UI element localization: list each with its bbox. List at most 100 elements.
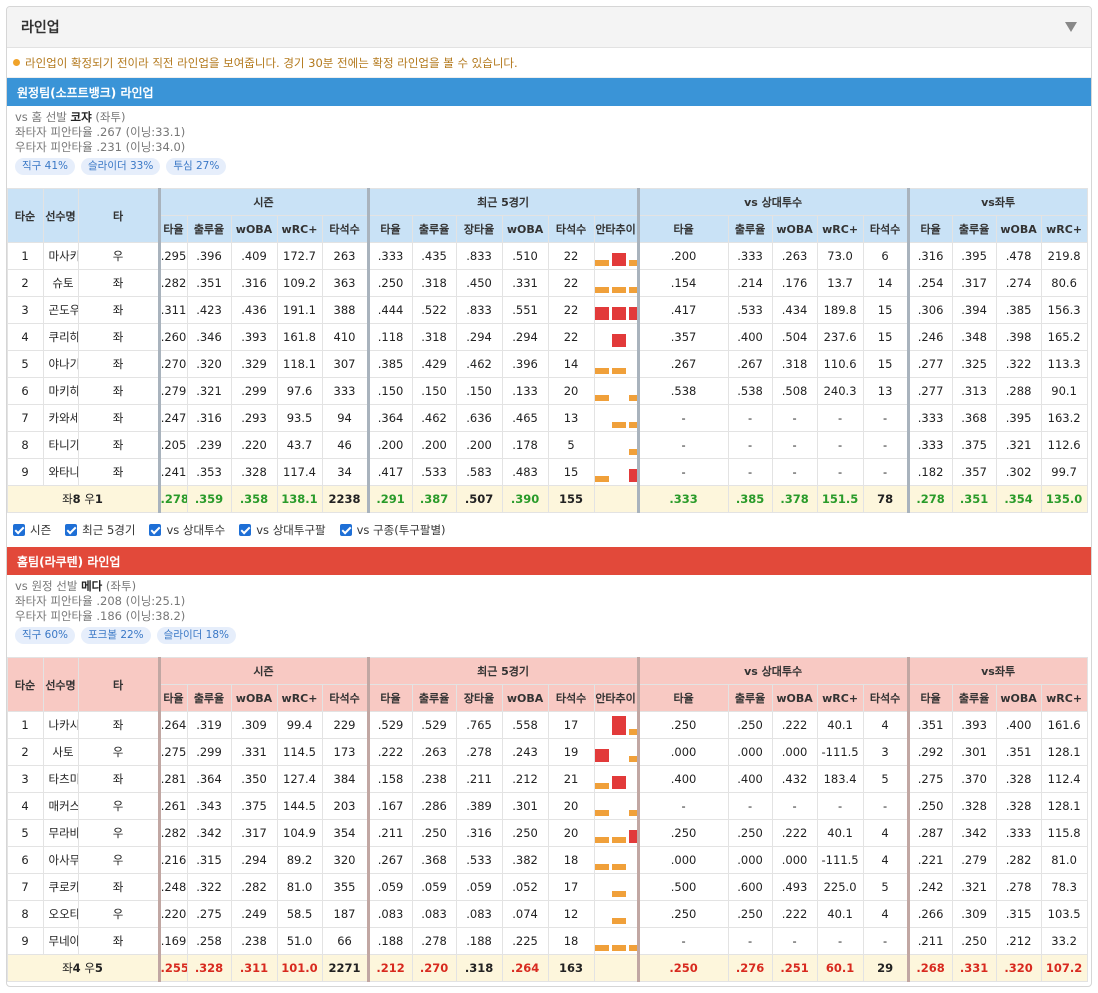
filter-checkbox[interactable]: vs 상대투구팔 (239, 522, 326, 538)
home-player-name[interactable]: 타츠미 (42, 765, 79, 793)
home-player-name[interactable]: 무네야마 (42, 927, 79, 955)
home-stat-header[interactable]: 타율 (906, 684, 953, 712)
away-stat-header[interactable]: wOBA (501, 215, 549, 243)
home-stat-header[interactable]: 타율 (636, 684, 729, 712)
checkbox-checked-icon[interactable] (239, 524, 252, 536)
home-hit-trend-chart (595, 823, 638, 843)
away-stat-header[interactable]: 안타추이 (593, 215, 639, 243)
away-stat-header[interactable]: wRC+ (276, 215, 323, 243)
home-stat-header[interactable]: 타율 (366, 684, 413, 712)
away-stat-header[interactable]: 출루율 (951, 215, 997, 243)
home-player-name[interactable]: 아사무라 (42, 846, 79, 874)
away-vs-pitcher-stat: 237.6 (816, 323, 864, 351)
away-pitch-tag[interactable]: 슬라이더 33% (81, 158, 161, 175)
home-player-name[interactable]: 매커스커 (42, 792, 79, 820)
away-stat-header[interactable]: wRC+ (1040, 215, 1088, 243)
home-player-name[interactable]: 사토 (42, 738, 79, 766)
away-stat-header[interactable]: 출루율 (411, 215, 457, 243)
home-pitch-tag[interactable]: 직구 60% (15, 627, 75, 644)
home-pitch-tag[interactable]: 슬라이더 18% (156, 627, 236, 644)
home-stat-header[interactable]: 안타추이 (593, 684, 639, 712)
checkbox-checked-icon[interactable] (65, 524, 78, 536)
away-stat-header[interactable]: 타율 (906, 215, 953, 243)
away-stat-header[interactable]: 타율 (636, 215, 729, 243)
checkbox-checked-icon[interactable] (149, 524, 162, 536)
away-pitch-tag[interactable]: 투심 27% (166, 158, 227, 175)
away-batting-order: 8 (7, 431, 44, 459)
home-stat-header[interactable]: wOBA (771, 684, 818, 712)
home-stat-header[interactable]: 출루율 (951, 684, 997, 712)
away-stat-header[interactable]: 출루율 (186, 215, 232, 243)
away-stat-header[interactable]: 출루율 (727, 215, 773, 243)
away-season-stat: .409 (230, 242, 278, 270)
filter-checkbox[interactable]: 최근 5경기 (65, 522, 135, 538)
away-player-name[interactable]: 마키하라 (42, 377, 79, 405)
home-pitch-tag[interactable]: 포크볼 22% (81, 627, 151, 644)
home-stat-header[interactable]: wOBA (230, 684, 278, 712)
home-stat-header[interactable]: wOBA (995, 684, 1042, 712)
home-stat-header[interactable]: wRC+ (1040, 684, 1088, 712)
home-player-name[interactable]: 무라바야시 (42, 819, 79, 847)
home-stat-header[interactable]: 출루율 (411, 684, 457, 712)
home-player-name[interactable]: 나카시마 (42, 711, 79, 739)
away-lineup-row: 7 카와세 좌 .247.316.293 93.5 94.364.462.636.465 1… (7, 404, 1091, 432)
home-stat-header[interactable]: 타석수 (321, 684, 369, 712)
away-player-name[interactable]: 타니가와라 (42, 431, 79, 459)
home-player-name[interactable]: 쿠로카와 (42, 873, 79, 901)
away-player-name[interactable]: 곤도우 (42, 296, 79, 324)
home-stat-header[interactable]: wRC+ (816, 684, 864, 712)
home-player-name[interactable]: 오오타 (42, 900, 79, 928)
home-stat-header[interactable]: wRC+ (276, 684, 323, 712)
away-vs-lhp-stat: .317 (951, 269, 997, 297)
filter-checkbox[interactable]: vs 상대투수 (149, 522, 225, 538)
away-hit-trend-bar (628, 260, 638, 266)
home-recent-stat: .250 (501, 819, 549, 847)
filter-checkbox[interactable]: vs 구종(투구팔별) (339, 522, 446, 538)
away-col-order: 타순 (7, 188, 44, 243)
home-recent-stat: 12 (547, 900, 595, 928)
home-total-season: .255 (157, 954, 188, 982)
away-stat-header[interactable]: 장타율 (455, 215, 503, 243)
away-recent-stat: .833 (455, 296, 503, 324)
home-stat-header[interactable]: wOBA (501, 684, 549, 712)
checkbox-checked-icon[interactable] (13, 524, 25, 536)
home-vs-lhp-stat: .211 (906, 927, 953, 955)
home-stat-header[interactable]: 타석수 (547, 684, 595, 712)
away-stat-header[interactable]: wRC+ (816, 215, 864, 243)
home-recent-stat: .212 (501, 765, 549, 793)
home-stat-header[interactable]: 장타율 (455, 684, 503, 712)
home-season-stat: 89.2 (276, 846, 323, 874)
panel-header[interactable]: 라인업 (7, 7, 1091, 48)
lineup-panel: 라인업 라인업이 확정되기 전이라 직전 라인업을 보여줍니다. 경기 30분 … (6, 6, 1092, 987)
away-stat-header[interactable]: 타율 (366, 215, 413, 243)
away-player-name[interactable]: 와타나베 (42, 458, 79, 486)
away-bat-hand: 좌 (77, 323, 160, 351)
home-pitcher-name[interactable]: 메다 (81, 579, 102, 593)
home-stat-header[interactable]: 타율 (157, 684, 188, 712)
home-season-stat: .216 (157, 846, 188, 874)
filter-checkbox[interactable]: 시즌 (13, 522, 51, 538)
away-player-name[interactable]: 마사키 (42, 242, 79, 270)
away-stat-header[interactable]: 타석수 (547, 215, 595, 243)
home-stat-header[interactable]: 출루율 (186, 684, 232, 712)
away-stat-header[interactable]: wOBA (995, 215, 1042, 243)
away-stat-header[interactable]: 타석수 (862, 215, 909, 243)
away-stat-header[interactable]: 타율 (157, 215, 188, 243)
home-vs-lhp-stat: 103.5 (1040, 900, 1088, 928)
home-stat-header[interactable]: 타석수 (862, 684, 909, 712)
checkbox-checked-icon[interactable] (339, 524, 352, 536)
away-pitch-tag[interactable]: 직구 41% (15, 158, 75, 175)
away-player-name[interactable]: 쿠리하라 (42, 323, 79, 351)
home-vs-lhp-stat: .242 (906, 873, 953, 901)
home-stat-header[interactable]: 출루율 (727, 684, 773, 712)
away-stat-header[interactable]: 타석수 (321, 215, 369, 243)
away-player-name[interactable]: 야나기타 (42, 350, 79, 378)
away-pitcher-name[interactable]: 코쟈 (71, 110, 92, 124)
away-player-name[interactable]: 카와세 (42, 404, 79, 432)
collapse-chevron-icon[interactable] (1065, 22, 1077, 32)
home-col-hand: 타 (77, 657, 160, 712)
away-player-name[interactable]: 슈토 (42, 269, 79, 297)
away-stat-header[interactable]: wOBA (230, 215, 278, 243)
away-stat-header[interactable]: wOBA (771, 215, 818, 243)
home-recent-stat: 17 (547, 711, 595, 739)
